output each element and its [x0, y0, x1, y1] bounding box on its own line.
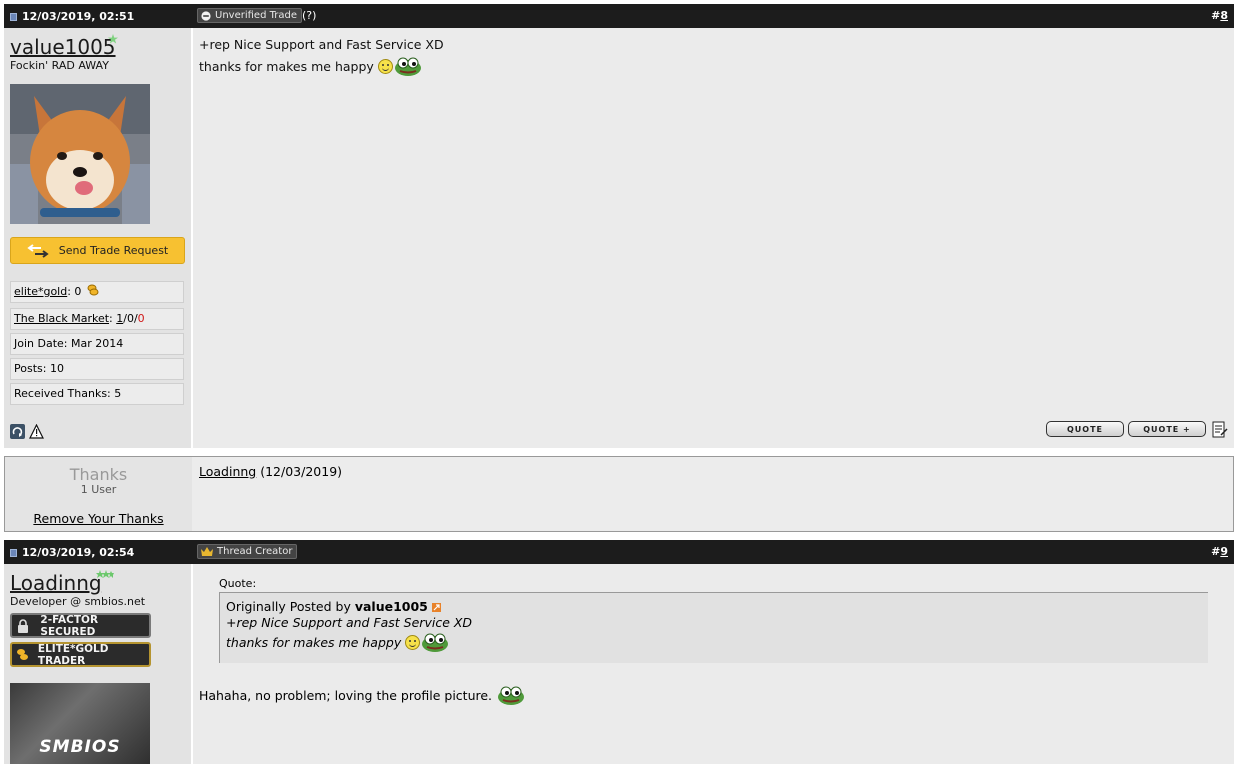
elite-gold-link[interactable]: elite*gold	[14, 285, 67, 298]
send-trade-request-button[interactable]: Send Trade Request	[10, 237, 185, 264]
post-date: 12/03/2019, 02:51	[10, 10, 134, 23]
quote-line-1: +rep Nice Support and Fast Service XD	[226, 615, 473, 630]
two-factor-badge: 2-FACTOR SECURED	[10, 613, 151, 638]
thanks-user-link[interactable]: Loadinng	[199, 464, 256, 479]
post-content: +rep Nice Support and Fast Service XD th…	[193, 28, 1234, 414]
user-sidebar: Loadinng Developer @ smbios.net 2-FACTOR…	[4, 564, 191, 764]
post-header-bar: 12/03/2019, 02:54 Thread Creator #9	[4, 540, 1234, 564]
post-content: Quote: Originally Posted by value1005 +r…	[193, 564, 1234, 764]
user-title: Developer @ smbios.net	[10, 595, 146, 608]
quote-label: Quote:	[219, 577, 257, 590]
avatar[interactable]	[10, 84, 150, 224]
post-document-icon	[10, 12, 17, 21]
post-number[interactable]: #9	[1211, 545, 1228, 558]
unverified-trade-tag: Unverified Trade	[197, 8, 302, 23]
message-line-2: thanks for makes me happy	[199, 55, 423, 77]
trade-arrows-icon	[27, 243, 49, 258]
username-link[interactable]: value1005	[10, 35, 116, 59]
elite-gold-value: : 0	[67, 285, 82, 298]
gold-coins-icon	[87, 284, 99, 296]
remove-thanks-link[interactable]: Remove Your Thanks	[5, 511, 192, 526]
post-number-prefix: #	[1211, 545, 1221, 558]
black-market-row: The Black Market: 1/0/0	[10, 308, 184, 330]
elite-gold-row: elite*gold: 0	[10, 281, 184, 303]
quote-block: Originally Posted by value1005 +rep Nice…	[219, 592, 1208, 663]
thanks-user-date: (12/03/2019)	[256, 464, 343, 479]
quote-line-2: thanks for makes me happy	[226, 631, 450, 653]
gold-trader-badge: ELITE*GOLD TRADER	[10, 642, 151, 667]
user-sidebar: value1005 Fockin' RAD AWAY Send Trade Re…	[4, 28, 191, 414]
post-document-icon	[10, 548, 17, 557]
message-line-1: +rep Nice Support and Fast Service XD	[199, 37, 444, 52]
gold-coins-icon	[12, 648, 34, 662]
help-link[interactable]: (?)	[302, 9, 316, 22]
pepe-emote-icon	[422, 633, 449, 652]
thanks-count: 1 User	[80, 483, 117, 496]
smiley-icon	[405, 634, 421, 650]
online-star-icon	[108, 34, 118, 44]
reply-message: Hahaha, no problem; loving the profile p…	[199, 684, 526, 706]
black-market-link[interactable]: The Black Market	[14, 312, 109, 325]
minus-circle-icon	[201, 10, 211, 21]
reputation-icon[interactable]	[10, 424, 25, 439]
online-status-icon	[96, 570, 114, 578]
quick-reply-icon[interactable]	[1212, 421, 1228, 438]
thanks-box: Thanks 1 User Remove Your Thanks Loadinn…	[4, 456, 1234, 532]
posts-row: Posts: 10	[10, 358, 184, 380]
username-link[interactable]: Loadinng	[10, 571, 102, 595]
post-number-prefix: #	[1211, 9, 1221, 22]
sidebar-footer	[4, 414, 191, 448]
post-date: 12/03/2019, 02:54	[10, 546, 134, 559]
market-negative: 0	[137, 312, 145, 325]
post-footer: QUOTE QUOTE +	[193, 414, 1234, 448]
post-header-bar: 12/03/2019, 02:51 Unverified Trade (?) #…	[4, 4, 1234, 28]
pepe-emote-icon	[498, 686, 525, 705]
crown-icon	[201, 546, 213, 556]
quote-author: value1005	[354, 599, 428, 614]
lock-icon	[12, 618, 34, 633]
avatar-text: SMBIOS	[39, 737, 121, 757]
quote-button[interactable]: QUOTE	[1046, 421, 1124, 437]
smiley-icon	[377, 58, 393, 74]
thanks-side: Thanks 1 User Remove Your Thanks	[5, 457, 192, 531]
view-post-icon[interactable]	[431, 603, 441, 612]
user-title: Fockin' RAD AWAY	[10, 59, 109, 72]
received-thanks-row: Received Thanks: 5	[10, 383, 184, 405]
thanks-list: Loadinng (12/03/2019)	[199, 464, 342, 479]
thread-creator-tag: Thread Creator	[197, 544, 298, 559]
post-8: 12/03/2019, 02:51 Unverified Trade (?) #…	[4, 4, 1234, 448]
multi-quote-button[interactable]: QUOTE +	[1128, 421, 1206, 437]
thanks-title: Thanks	[69, 465, 128, 484]
report-warning-icon[interactable]	[29, 424, 44, 439]
join-date-row: Join Date: Mar 2014	[10, 333, 184, 355]
post-9: 12/03/2019, 02:54 Thread Creator #9 Load…	[4, 540, 1234, 764]
quote-origin: Originally Posted by value1005	[226, 599, 441, 614]
pepe-emote-icon	[394, 57, 421, 76]
avatar[interactable]: SMBIOS	[10, 683, 150, 764]
post-number[interactable]: #8	[1211, 9, 1228, 22]
